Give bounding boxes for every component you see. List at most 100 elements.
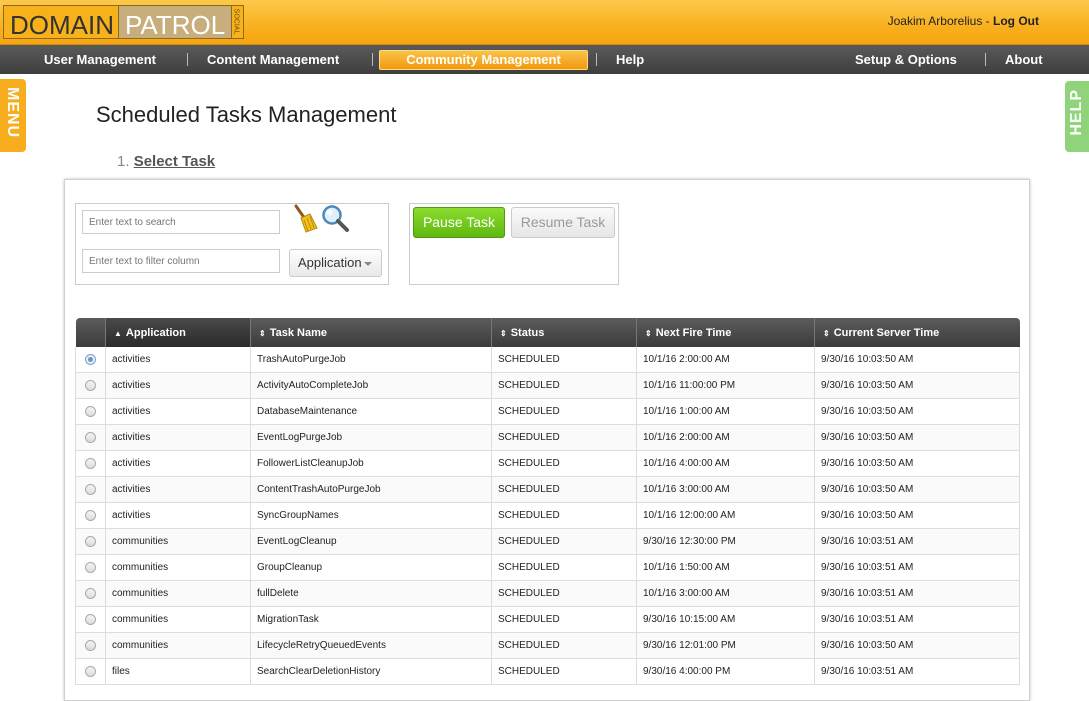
row-select-cell xyxy=(75,528,106,555)
cell-task-name: FollowerListCleanupJob xyxy=(250,450,492,477)
cell-next-fire-time: 10/1/16 1:50:00 AM xyxy=(636,554,815,581)
nav-community-management[interactable]: Community Management xyxy=(379,50,588,70)
pause-task-button[interactable]: Pause Task xyxy=(413,207,505,238)
row-select-radio[interactable] xyxy=(85,483,96,495)
search-magnifier-icon[interactable] xyxy=(320,204,350,234)
cell-next-fire-time: 9/30/16 12:01:00 PM xyxy=(636,632,815,659)
column-select-label: Application xyxy=(298,255,362,270)
cell-next-fire-time: 9/30/16 12:30:00 PM xyxy=(636,528,815,555)
select-task-step-link[interactable]: Select Task xyxy=(134,153,215,170)
nav-about[interactable]: About xyxy=(1005,45,1043,74)
table-row[interactable]: activities SyncGroupNames SCHEDULED 10/1/16… xyxy=(75,502,1020,529)
resume-task-button[interactable]: Resume Task xyxy=(511,207,615,238)
cell-next-fire-time: 10/1/16 2:00:00 AM xyxy=(636,347,815,373)
nav-divider xyxy=(596,53,597,66)
column-header-next-fire-time[interactable]: ⇕ Next Fire Time xyxy=(636,318,815,347)
cell-current-server-time: 9/30/16 10:03:50 AM xyxy=(814,347,1020,373)
logout-link[interactable]: Log Out xyxy=(993,14,1039,28)
column-header-label: Status xyxy=(510,326,545,339)
column-header-status[interactable]: ⇕ Status xyxy=(491,318,637,347)
cell-application: communities xyxy=(105,606,251,633)
menu-side-tab[interactable]: MENU xyxy=(0,79,26,152)
cell-task-name: TrashAutoPurgeJob xyxy=(250,347,492,373)
search-input[interactable] xyxy=(82,210,280,234)
cell-task-name: ActivityAutoCompleteJob xyxy=(250,372,492,399)
logo-domain-text: DOMAIN xyxy=(3,5,119,40)
cell-current-server-time: 9/30/16 10:03:51 AM xyxy=(814,606,1020,633)
row-select-radio[interactable] xyxy=(85,379,96,391)
cell-current-server-time: 9/30/16 10:03:50 AM xyxy=(814,632,1020,659)
user-separator: - xyxy=(982,14,994,28)
column-header-label: Current Server Time xyxy=(833,326,940,339)
row-select-radio[interactable] xyxy=(85,535,96,547)
cell-current-server-time: 9/30/16 10:03:50 AM xyxy=(814,502,1020,529)
logo-social-text: SOCIAL xyxy=(232,8,240,35)
cell-task-name: SearchClearDeletionHistory xyxy=(250,658,492,685)
row-select-cell xyxy=(75,450,106,477)
column-header-current-server-time[interactable]: ⇕ Current Server Time xyxy=(814,318,1020,347)
table-row[interactable]: communities LifecycleRetryQueuedEvents SCH… xyxy=(75,632,1020,659)
select-column-header xyxy=(75,318,106,347)
cell-next-fire-time: 10/1/16 3:00:00 AM xyxy=(636,580,815,607)
cell-application: activities xyxy=(105,398,251,425)
cell-status: SCHEDULED xyxy=(491,528,637,555)
cell-status: SCHEDULED xyxy=(491,502,637,529)
row-select-radio[interactable] xyxy=(85,587,96,599)
column-header-task-name[interactable]: ⇕ Task Name xyxy=(250,318,492,347)
table-row[interactable]: communities fullDelete SCHEDULED 10/1/16 3:… xyxy=(75,580,1020,607)
cell-current-server-time: 9/30/16 10:03:51 AM xyxy=(814,580,1020,607)
nav-divider xyxy=(372,53,373,66)
row-select-radio[interactable] xyxy=(85,405,96,417)
nav-setup-options[interactable]: Setup & Options xyxy=(855,45,957,74)
cell-task-name: LifecycleRetryQueuedEvents xyxy=(250,632,492,659)
cell-task-name: SyncGroupNames xyxy=(250,502,492,529)
nav-user-management[interactable]: User Management xyxy=(44,45,156,74)
table-row[interactable]: communities GroupCleanup SCHEDULED 10/1/16 … xyxy=(75,554,1020,581)
step-number: 1. xyxy=(117,153,130,170)
table-row[interactable]: activities FollowerListCleanupJob SCHEDULE… xyxy=(75,450,1020,477)
table-row[interactable]: communities MigrationTask SCHEDULED 9/30/16… xyxy=(75,606,1020,633)
table-row[interactable]: activities ActivityAutoCompleteJob SCHEDUL… xyxy=(75,372,1020,399)
column-header-application[interactable]: ▲ Application xyxy=(105,318,251,347)
column-select-dropdown[interactable]: Application xyxy=(289,249,382,277)
table-row[interactable]: communities EventLogCleanup SCHEDULED 9/30/… xyxy=(75,528,1020,555)
row-select-radio[interactable] xyxy=(85,613,96,625)
row-select-radio[interactable] xyxy=(85,639,96,651)
row-select-cell xyxy=(75,476,106,503)
clear-broom-icon[interactable] xyxy=(290,204,318,234)
nav-help[interactable]: Help xyxy=(616,45,644,74)
cell-task-name: MigrationTask xyxy=(250,606,492,633)
menu-tab-label: MENU xyxy=(4,87,21,139)
row-select-radio[interactable] xyxy=(85,353,96,365)
cell-task-name: EventLogCleanup xyxy=(250,528,492,555)
cell-application: activities xyxy=(105,372,251,399)
table-row[interactable]: activities ContentTrashAutoPurgeJob SCHEDU… xyxy=(75,476,1020,503)
row-select-radio[interactable] xyxy=(85,431,96,443)
table-row[interactable]: files SearchClearDeletionHistory SCHEDULED… xyxy=(75,658,1020,685)
row-select-cell xyxy=(75,658,106,685)
chevron-down-icon xyxy=(364,262,372,266)
table-row[interactable]: activities TrashAutoPurgeJob SCHEDULED 10/1… xyxy=(75,347,1020,373)
cell-application: activities xyxy=(105,424,251,451)
row-select-radio[interactable] xyxy=(85,561,96,573)
cell-application: communities xyxy=(105,528,251,555)
domain-patrol-logo[interactable]: DOMAIN PATROL SOCIAL xyxy=(3,5,245,41)
row-select-radio[interactable] xyxy=(85,509,96,521)
cell-status: SCHEDULED xyxy=(491,606,637,633)
row-select-radio[interactable] xyxy=(85,457,96,469)
table-row[interactable]: activities DatabaseMaintenance SCHEDULED 10… xyxy=(75,398,1020,425)
nav-content-management[interactable]: Content Management xyxy=(207,45,339,74)
cell-task-name: DatabaseMaintenance xyxy=(250,398,492,425)
help-side-tab[interactable]: HELP xyxy=(1065,81,1089,152)
sort-icon: ⇕ xyxy=(259,328,266,338)
nav-divider xyxy=(985,53,986,66)
cell-current-server-time: 9/30/16 10:03:50 AM xyxy=(814,476,1020,503)
column-filter-input[interactable] xyxy=(82,249,280,273)
cell-application: activities xyxy=(105,347,251,373)
cell-status: SCHEDULED xyxy=(491,347,637,373)
sort-icon: ⇕ xyxy=(500,328,507,338)
row-select-cell xyxy=(75,632,106,659)
row-select-radio[interactable] xyxy=(85,665,96,677)
user-area: Joakim Arborelius - Log Out xyxy=(888,14,1039,28)
table-row[interactable]: activities EventLogPurgeJob SCHEDULED 10/1/… xyxy=(75,424,1020,451)
